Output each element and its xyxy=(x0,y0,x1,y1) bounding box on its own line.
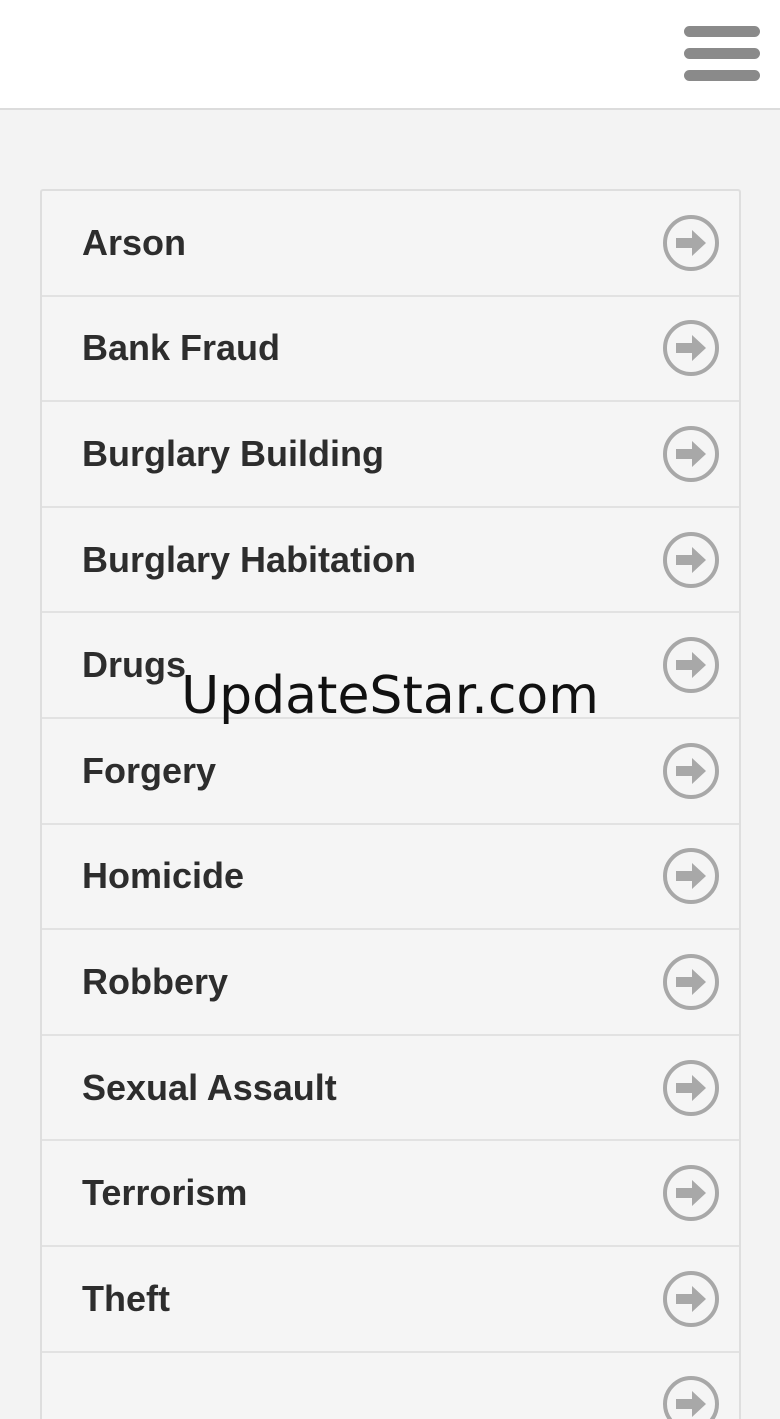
list-item-label: Terrorism xyxy=(82,1172,248,1214)
list-item-partial[interactable] xyxy=(42,1353,739,1419)
list-item-forgery[interactable]: Forgery xyxy=(42,719,739,825)
arrow-right-circle-icon xyxy=(663,742,719,799)
arrow-right-circle-icon xyxy=(663,1059,719,1116)
list-item-label: Burglary Building xyxy=(82,432,385,474)
list-item-burglary-habitation[interactable]: Burglary Habitation xyxy=(42,508,739,614)
list-item-label: Arson xyxy=(82,221,187,263)
list-item-label: Robbery xyxy=(82,960,229,1002)
hamburger-menu-icon[interactable] xyxy=(684,26,760,82)
arrow-right-circle-icon xyxy=(663,1376,719,1419)
arrow-right-circle-icon xyxy=(663,531,719,588)
arrow-right-circle-icon xyxy=(663,953,719,1010)
menu-bar-middle xyxy=(684,48,760,59)
list-item-burglary-building[interactable]: Burglary Building xyxy=(42,402,739,508)
list-item-terrorism[interactable]: Terrorism xyxy=(42,1141,739,1247)
list-item-label: Theft xyxy=(82,1277,170,1319)
arrow-right-circle-icon xyxy=(663,425,719,482)
arrow-right-circle-icon xyxy=(663,214,719,271)
top-bar xyxy=(0,0,780,110)
arrow-right-circle-icon xyxy=(663,848,719,905)
list-item-theft[interactable]: Theft xyxy=(42,1247,739,1353)
list-item-label: Drugs xyxy=(82,644,187,686)
arrow-right-circle-icon xyxy=(663,1165,719,1222)
category-list: Arson Bank Fraud Burglary Building Burgl… xyxy=(40,189,741,1419)
arrow-right-circle-icon xyxy=(663,637,719,694)
menu-bar-bottom xyxy=(684,70,760,81)
list-item-drugs[interactable]: Drugs xyxy=(42,613,739,719)
list-item-label: Forgery xyxy=(82,749,217,791)
list-item-label: Burglary Habitation xyxy=(82,538,417,580)
arrow-right-circle-icon xyxy=(663,1270,719,1327)
list-item-label: Homicide xyxy=(82,855,245,897)
menu-bar-top xyxy=(684,26,760,37)
list-item-arson[interactable]: Arson xyxy=(42,191,739,297)
list-item-label: Sexual Assault xyxy=(82,1066,337,1108)
arrow-right-circle-icon xyxy=(663,320,719,377)
list-item-label: Bank Fraud xyxy=(82,327,281,369)
list-item-robbery[interactable]: Robbery xyxy=(42,930,739,1036)
list-item-homicide[interactable]: Homicide xyxy=(42,825,739,931)
list-item-sexual-assault[interactable]: Sexual Assault xyxy=(42,1036,739,1142)
list-item-bank-fraud[interactable]: Bank Fraud xyxy=(42,297,739,403)
